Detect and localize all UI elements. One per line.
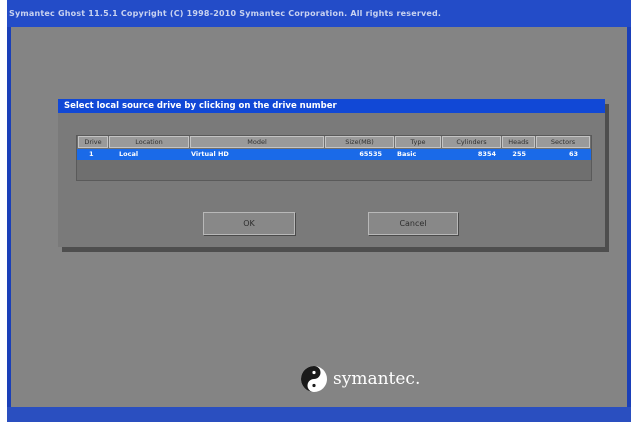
table-row[interactable]: 1 Local Virtual HD 65535 Basic 8354 255 … xyxy=(77,149,591,160)
column-header-location: Location xyxy=(109,136,189,148)
desktop-area: Select local source drive by clicking on… xyxy=(11,27,627,407)
app-title: Symantec Ghost 11.5.1 Copyright (C) 1998… xyxy=(9,9,442,18)
cancel-button-label: Cancel xyxy=(399,219,427,228)
ok-button[interactable]: OK xyxy=(203,212,295,235)
symantec-wordmark: symantec. xyxy=(333,369,421,389)
column-header-cylinders: Cylinders xyxy=(442,136,501,148)
cell-sectors: 63 xyxy=(568,150,578,158)
dialog-title: Select local source drive by clicking on… xyxy=(58,99,605,113)
column-header-sectors: Sectors xyxy=(536,136,590,148)
ghost-screen: Symantec Ghost 11.5.1 Copyright (C) 1998… xyxy=(7,0,631,422)
cell-size: 65535 xyxy=(359,150,382,158)
cell-model: Virtual HD xyxy=(191,150,229,158)
select-source-drive-dialog: Select local source drive by clicking on… xyxy=(58,99,605,247)
cell-location: Local xyxy=(119,150,139,158)
cancel-button[interactable]: Cancel xyxy=(368,212,458,235)
bottom-status-strip xyxy=(7,407,631,422)
cell-heads: 255 xyxy=(512,150,526,158)
column-header-size: Size(MB) xyxy=(325,136,394,148)
column-header-heads: Heads xyxy=(502,136,535,148)
cell-cylinders: 8354 xyxy=(477,150,496,158)
cell-drive: 1 xyxy=(89,150,94,158)
app-title-bar: Symantec Ghost 11.5.1 Copyright (C) 1998… xyxy=(7,0,631,27)
table-header: Drive Location Model Size(MB) Type Cylin… xyxy=(77,136,591,148)
cell-type: Basic xyxy=(397,150,417,158)
symantec-logo: symantec. xyxy=(300,365,480,395)
column-header-type: Type xyxy=(395,136,441,148)
column-header-drive: Drive xyxy=(78,136,108,148)
ok-button-label: OK xyxy=(243,219,255,228)
symantec-logo-icon xyxy=(301,366,327,392)
drive-table: Drive Location Model Size(MB) Type Cylin… xyxy=(76,135,592,181)
column-header-model: Model xyxy=(190,136,324,148)
